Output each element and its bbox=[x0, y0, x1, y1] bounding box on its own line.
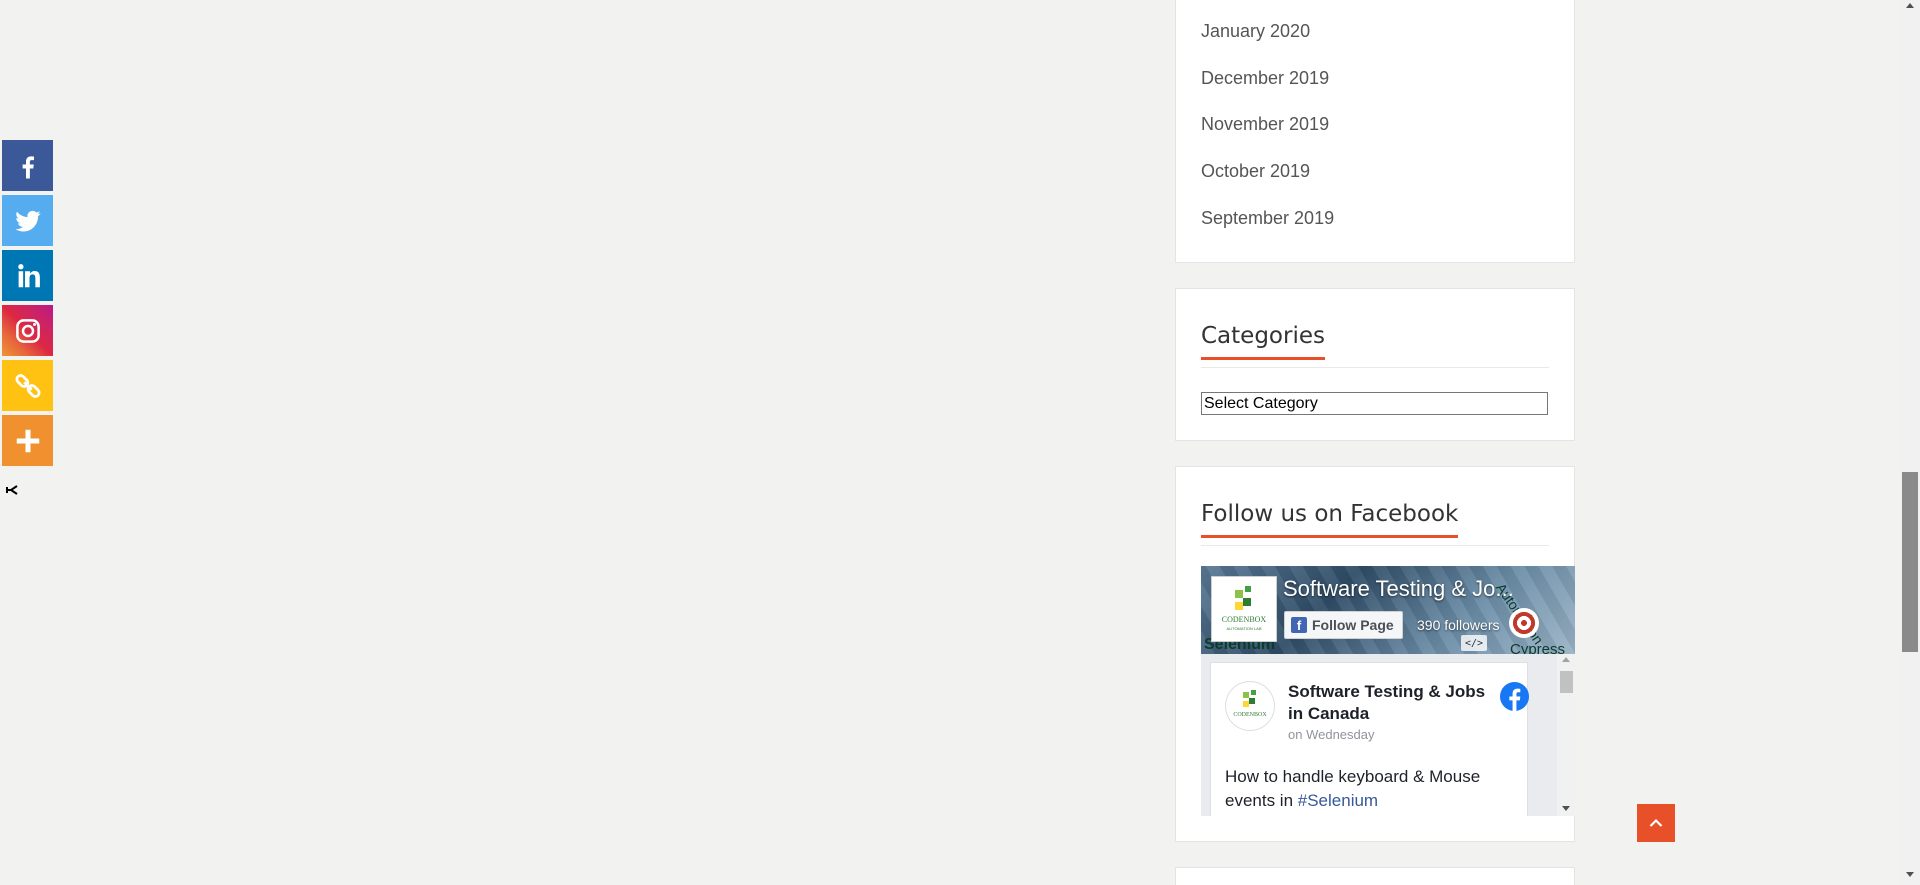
post-author[interactable]: Software Testing & Jobs in Canada bbox=[1288, 681, 1498, 725]
facebook-page-embed: Selenium Cypress Automation CODENBOX AUT… bbox=[1201, 566, 1575, 816]
categories-title: Categories bbox=[1201, 323, 1325, 360]
post-text: How to handle keyboard & Mouse events in… bbox=[1225, 765, 1515, 813]
facebook-post: CODENBOX Software Testing & Jobs in Cana… bbox=[1210, 662, 1530, 816]
hide-share-bar-toggle[interactable] bbox=[4, 482, 20, 498]
chevron-up-icon bbox=[1649, 818, 1663, 827]
linkedin-share-button[interactable] bbox=[2, 250, 53, 301]
followers-count: 390 followers bbox=[1417, 617, 1500, 633]
instagram-share-button[interactable] bbox=[2, 305, 53, 356]
linkedin-icon bbox=[17, 263, 40, 287]
codenbox-logo-icon: CODENBOX AUTOMATION LAB bbox=[1222, 586, 1267, 631]
instagram-icon bbox=[15, 318, 40, 343]
link-icon bbox=[14, 373, 41, 398]
scroll-down-arrow[interactable] bbox=[1562, 806, 1570, 811]
widget-title-wrap: Follow us on Facebook bbox=[1201, 501, 1549, 546]
hide-arrow-icon bbox=[6, 485, 18, 495]
category-select[interactable]: Select Category bbox=[1201, 392, 1548, 415]
archive-item[interactable]: November 2019 bbox=[1201, 114, 1549, 161]
codenbox-avatar-icon: CODENBOX bbox=[1233, 690, 1267, 718]
archive-link[interactable]: December 2019 bbox=[1201, 68, 1329, 88]
archive-item[interactable]: January 2020 bbox=[1201, 21, 1549, 68]
facebook-feed: CODENBOX Software Testing & Jobs in Cana… bbox=[1201, 654, 1575, 816]
copy-link-button[interactable] bbox=[2, 360, 53, 411]
facebook-share-button[interactable] bbox=[2, 140, 53, 191]
twitter-share-button[interactable] bbox=[2, 195, 53, 246]
feed-scrollbar[interactable] bbox=[1557, 654, 1575, 816]
archive-link[interactable]: January 2020 bbox=[1201, 21, 1310, 41]
scroll-down-arrow[interactable] bbox=[1906, 872, 1914, 877]
embed-code-icon[interactable]: </> bbox=[1461, 635, 1487, 651]
facebook-small-icon: f bbox=[1291, 617, 1307, 633]
follow-page-label: Follow Page bbox=[1312, 617, 1394, 633]
widget-title-wrap: Categories bbox=[1201, 323, 1549, 368]
plus-icon bbox=[16, 429, 39, 452]
more-share-button[interactable] bbox=[2, 415, 53, 466]
facebook-widget: Follow us on Facebook Selenium Cypress A… bbox=[1175, 466, 1575, 842]
page-scrollbar[interactable] bbox=[1900, 0, 1920, 885]
facebook-icon bbox=[22, 155, 34, 178]
facebook-icon[interactable] bbox=[1499, 681, 1530, 712]
svg-text:AUTOMATION LAB: AUTOMATION LAB bbox=[1227, 626, 1262, 631]
archive-link[interactable]: October 2019 bbox=[1201, 161, 1310, 181]
back-to-top-button[interactable] bbox=[1637, 804, 1675, 842]
archive-link[interactable]: September 2019 bbox=[1201, 208, 1334, 228]
follow-page-button[interactable]: f Follow Page bbox=[1284, 611, 1403, 639]
page-logo[interactable]: CODENBOX AUTOMATION LAB bbox=[1211, 576, 1277, 642]
archive-list: January 2020 December 2019 November 2019… bbox=[1176, 0, 1574, 254]
scroll-up-arrow[interactable] bbox=[1906, 3, 1914, 8]
twitter-icon bbox=[15, 210, 40, 231]
post-avatar[interactable]: CODENBOX bbox=[1225, 681, 1275, 731]
facebook-widget-title: Follow us on Facebook bbox=[1201, 501, 1459, 538]
archives-widget: January 2020 December 2019 November 2019… bbox=[1175, 0, 1575, 263]
scroll-up-arrow[interactable] bbox=[1562, 657, 1570, 662]
scrollbar-thumb[interactable] bbox=[1560, 671, 1573, 693]
post-timestamp[interactable]: on Wednesday bbox=[1288, 727, 1375, 742]
categories-widget: Categories Select Category bbox=[1175, 288, 1575, 441]
facebook-cover-image: Selenium Cypress Automation CODENBOX AUT… bbox=[1201, 566, 1575, 654]
scrollbar-thumb[interactable] bbox=[1902, 472, 1918, 652]
svg-text:CODENBOX: CODENBOX bbox=[1233, 712, 1267, 718]
next-widget bbox=[1175, 867, 1575, 885]
target-icon bbox=[1509, 608, 1539, 638]
hashtag-link[interactable]: #Selenium bbox=[1298, 791, 1378, 810]
archive-item[interactable]: December 2019 bbox=[1201, 68, 1549, 115]
facebook-page-name[interactable]: Software Testing & Jo... bbox=[1283, 576, 1514, 602]
svg-text:CODENBOX: CODENBOX bbox=[1222, 615, 1267, 624]
archive-link[interactable]: November 2019 bbox=[1201, 114, 1329, 134]
archive-item[interactable]: September 2019 bbox=[1201, 208, 1549, 255]
social-share-bar bbox=[2, 140, 53, 470]
archive-item[interactable]: October 2019 bbox=[1201, 161, 1549, 208]
